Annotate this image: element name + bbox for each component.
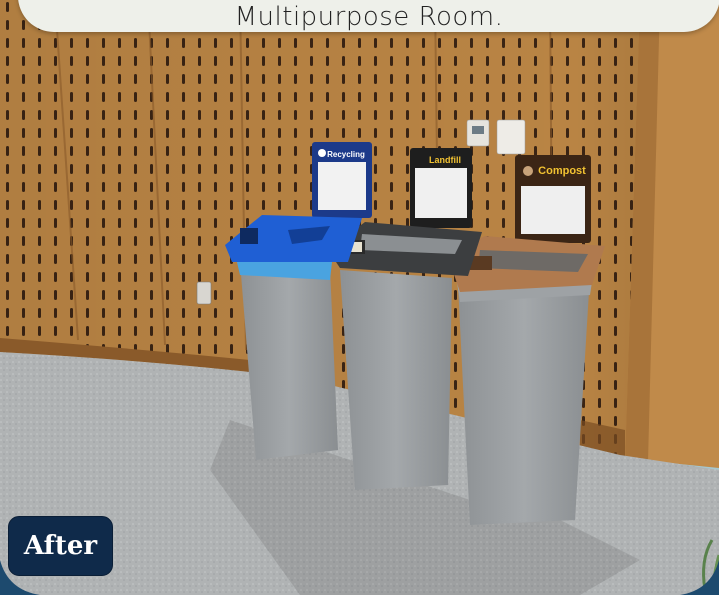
compost-sign: Compost: [515, 155, 591, 243]
caption-card: Multipurpose Room.: [18, 0, 719, 32]
compost-sign-label: Compost: [538, 165, 586, 177]
recycling-sign: Recycling: [312, 142, 372, 218]
landfill-sign-label: Landfill: [429, 155, 461, 165]
room-photo: Recycling Landfill Compost: [0, 0, 719, 595]
after-badge: After: [8, 516, 113, 576]
caption-text: Multipurpose Room.: [234, 2, 504, 32]
recycling-sign-label: Recycling: [327, 150, 365, 159]
landfill-sign: Landfill: [410, 148, 472, 228]
after-badge-label: After: [23, 531, 98, 561]
